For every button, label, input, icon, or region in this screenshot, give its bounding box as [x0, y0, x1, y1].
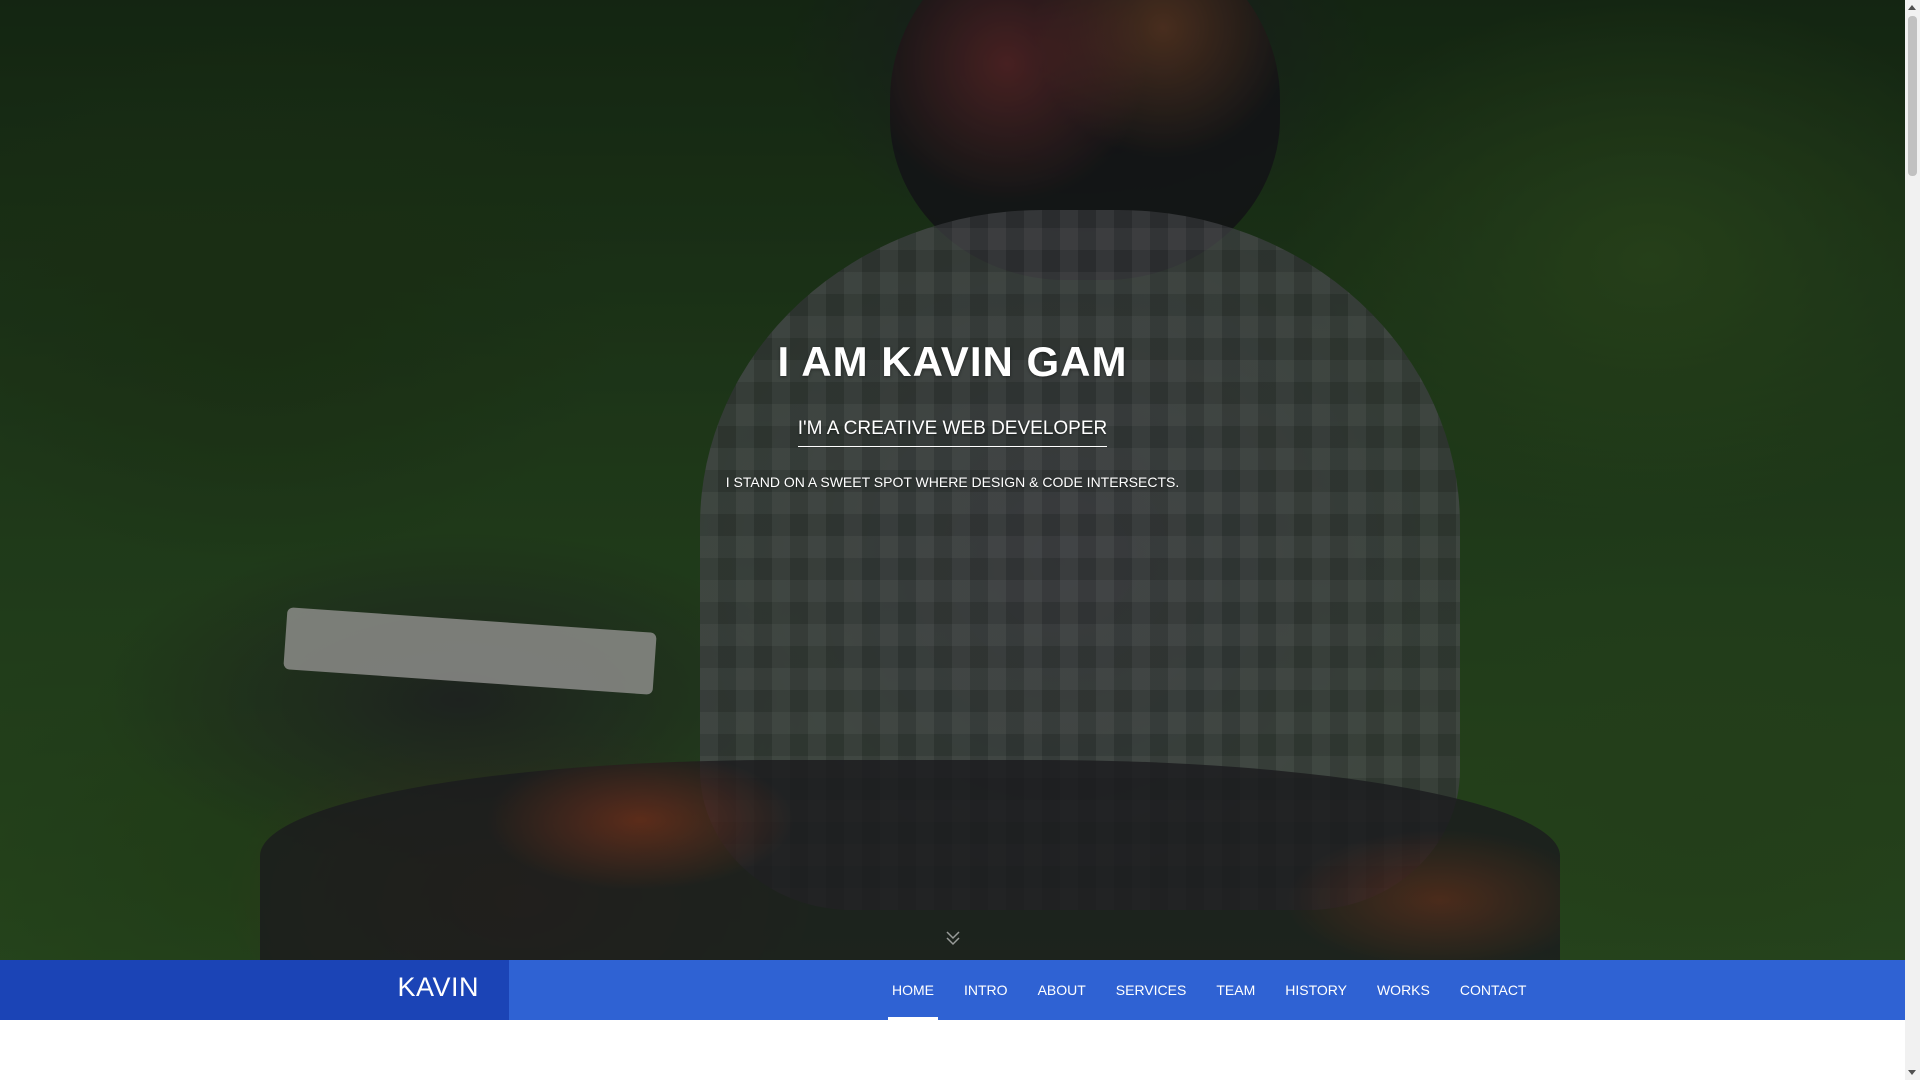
- nav-link-intro[interactable]: INTRO: [949, 960, 1023, 1020]
- content-below-navbar: [0, 1020, 1905, 1080]
- double-chevron-down-icon[interactable]: [943, 928, 963, 948]
- hero-content: I AM KAVIN GAM I'M A CREATIVE WEB DEVELO…: [0, 0, 1905, 960]
- main-navbar: KAVIN HOME INTRO ABOUT SERVICES TEAM HIS…: [0, 960, 1905, 1020]
- hero-subtitle-wrap: I'M A CREATIVE WEB DEVELOPER: [0, 418, 1905, 447]
- scroll-down-arrow-icon[interactable]: [1908, 1070, 1916, 1075]
- hero-subtitle: I'M A CREATIVE WEB DEVELOPER: [797, 418, 1108, 447]
- nav-link-services[interactable]: SERVICES: [1101, 960, 1202, 1020]
- brand-block[interactable]: KAVIN: [0, 960, 509, 1020]
- nav-link-contact[interactable]: CONTACT: [1445, 960, 1542, 1020]
- hero-title: I AM KAVIN GAM: [777, 338, 1128, 385]
- nav-link-history[interactable]: HISTORY: [1270, 960, 1362, 1020]
- hero-section: I AM KAVIN GAM I'M A CREATIVE WEB DEVELO…: [0, 0, 1905, 960]
- nav-links: HOME INTRO ABOUT SERVICES TEAM HISTORY W…: [877, 960, 1541, 1020]
- brand-logo[interactable]: KAVIN: [397, 972, 479, 1003]
- hero-tagline: I STAND ON A SWEET SPOT WHERE DESIGN & C…: [725, 474, 1180, 490]
- scrollbar-thumb[interactable]: [1908, 16, 1917, 176]
- scroll-up-arrow-icon[interactable]: [1908, 5, 1916, 10]
- page-scrollbar[interactable]: [1905, 0, 1920, 1080]
- nav-link-about[interactable]: ABOUT: [1023, 960, 1101, 1020]
- page: I AM KAVIN GAM I'M A CREATIVE WEB DEVELO…: [0, 0, 1920, 1080]
- nav-link-team[interactable]: TEAM: [1201, 960, 1270, 1020]
- nav-link-home[interactable]: HOME: [877, 960, 949, 1020]
- nav-link-works[interactable]: WORKS: [1362, 960, 1445, 1020]
